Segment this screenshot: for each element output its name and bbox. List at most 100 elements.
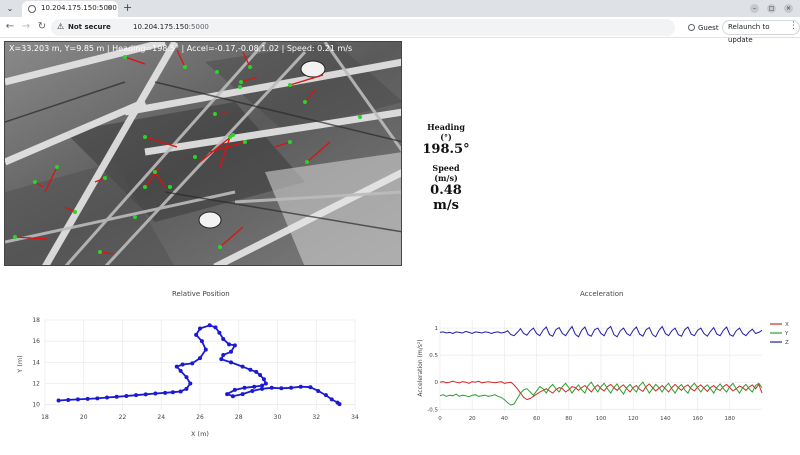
position-path xyxy=(58,324,341,405)
position-grid xyxy=(44,319,356,410)
position-point xyxy=(199,339,204,344)
address-bar[interactable]: ⚠ Not secure 10.204.175.150:5000 xyxy=(51,19,675,36)
position-ticks: 18 20 22 24 26 28 30 32 34 10 12 14 16 18 xyxy=(32,317,359,421)
window-close-icon[interactable]: × xyxy=(784,4,793,13)
back-icon[interactable]: ← xyxy=(4,21,16,32)
globe-icon xyxy=(28,5,36,13)
acceleration-xtick-label: 60 xyxy=(533,416,540,422)
position-point xyxy=(178,368,183,373)
position-point xyxy=(240,392,245,397)
position-point xyxy=(163,390,168,395)
acceleration-legend[interactable]: XYZ xyxy=(770,322,789,346)
position-point xyxy=(230,394,235,399)
acceleration-xtick-label: 0 xyxy=(438,416,442,422)
acceleration-ytick-label: 1 xyxy=(435,326,439,332)
position-plot[interactable]: 18 20 22 24 26 28 30 32 34 10 12 14 16 18 X (m) Y (m) xyxy=(0,300,400,455)
legend-label-x: X xyxy=(785,322,789,328)
position-point xyxy=(227,342,232,347)
position-point xyxy=(203,347,208,352)
position-point xyxy=(217,330,222,335)
url-text[interactable]: 10.204.175.150:5000 xyxy=(133,23,209,31)
browser-tab[interactable]: 10.204.175.150:5000 × xyxy=(22,1,118,17)
profile-button[interactable]: Guest xyxy=(682,21,725,35)
position-point xyxy=(252,384,257,389)
acceleration-xtick-label: 80 xyxy=(565,416,572,422)
position-point xyxy=(269,385,274,390)
legend-label-y: Y xyxy=(784,331,789,337)
maximize-icon[interactable]: □ xyxy=(767,4,776,13)
position-point xyxy=(178,389,183,394)
tab-search-icon[interactable]: ⌄ xyxy=(4,3,16,15)
profile-label: Guest xyxy=(698,24,719,32)
position-xtick-label: 28 xyxy=(235,414,243,421)
position-xtick-label: 34 xyxy=(351,414,359,421)
position-point xyxy=(153,391,158,396)
position-point xyxy=(188,381,193,386)
stats-panel: Heading (°) 198.5° Speed (m/s) 0.48 m/s xyxy=(420,122,472,219)
heading-label: Heading (°) xyxy=(427,122,465,142)
position-point xyxy=(337,402,342,407)
reload-icon[interactable]: ↻ xyxy=(36,21,48,32)
position-plot-title: Relative Position xyxy=(172,290,230,298)
minimize-icon[interactable]: – xyxy=(750,4,759,13)
position-point xyxy=(260,386,264,391)
position-point xyxy=(213,325,218,330)
warning-icon[interactable]: ⚠ xyxy=(57,22,64,31)
position-point xyxy=(170,390,175,395)
speed-value: 0.48 m/s xyxy=(430,183,462,213)
accel-plot-title: Acceleration xyxy=(580,290,624,298)
position-point xyxy=(56,398,61,403)
position-point xyxy=(250,388,255,393)
position-point xyxy=(75,397,80,402)
position-point xyxy=(254,369,259,374)
position-point xyxy=(225,392,230,397)
url-port: :5000 xyxy=(188,23,209,31)
acceleration-xtick-label: 180 xyxy=(725,416,736,422)
camera-feed: X=33.203 m, Y=9.85 m | Heading=198.5° | … xyxy=(4,41,402,266)
position-ylabel: Y (m) xyxy=(16,355,24,373)
position-ytick-label: 16 xyxy=(32,338,40,345)
position-point xyxy=(105,395,109,400)
security-status[interactable]: Not secure xyxy=(68,23,111,31)
position-xtick-label: 32 xyxy=(312,414,320,421)
acceleration-ticks: 0 20 40 60 80 100 120 140 160 180-0.500.51 xyxy=(427,326,735,422)
heading-value: 198.5° xyxy=(422,142,470,157)
position-xtick-label: 20 xyxy=(80,414,88,421)
acceleration-xtick-label: 100 xyxy=(596,416,607,422)
url-host: 10.204.175.150 xyxy=(133,23,189,31)
position-point xyxy=(240,364,245,369)
position-point xyxy=(316,388,321,393)
position-point xyxy=(219,357,224,362)
position-point xyxy=(66,397,71,402)
menu-icon[interactable]: ⋮ xyxy=(789,21,798,31)
position-point xyxy=(190,361,195,366)
forward-icon[interactable]: → xyxy=(20,21,32,32)
position-point xyxy=(279,386,284,391)
position-point xyxy=(114,394,119,399)
position-xlabel: X (m) xyxy=(191,430,209,438)
position-point xyxy=(229,349,233,354)
position-point xyxy=(198,356,202,361)
position-point xyxy=(298,384,303,389)
position-point xyxy=(242,385,247,390)
position-point xyxy=(180,362,185,367)
person-icon xyxy=(688,24,695,31)
speed-label: Speed (m/s) xyxy=(432,163,460,183)
position-point xyxy=(232,387,237,392)
acceleration-xtick-label: 140 xyxy=(660,416,671,422)
position-point xyxy=(261,377,266,382)
acceleration-xtick-label: 120 xyxy=(628,416,639,422)
close-icon[interactable]: × xyxy=(106,3,113,12)
position-point xyxy=(124,394,129,399)
acceleration-plot[interactable]: 0 20 40 60 80 100 120 140 160 180-0.500.51 XYZ Ac… xyxy=(400,300,800,455)
position-point xyxy=(207,323,212,328)
position-point xyxy=(184,386,189,391)
position-xtick-label: 22 xyxy=(119,414,127,421)
position-xtick-label: 26 xyxy=(196,414,204,421)
acceleration-ytick-label: -0.5 xyxy=(427,407,438,413)
position-point xyxy=(229,360,233,365)
camera-overlay-readout: X=33.203 m, Y=9.85 m | Heading=198.5° | … xyxy=(9,44,353,53)
position-point xyxy=(194,332,199,337)
position-ytick-label: 14 xyxy=(32,359,40,366)
new-tab-icon[interactable]: + xyxy=(123,1,132,14)
